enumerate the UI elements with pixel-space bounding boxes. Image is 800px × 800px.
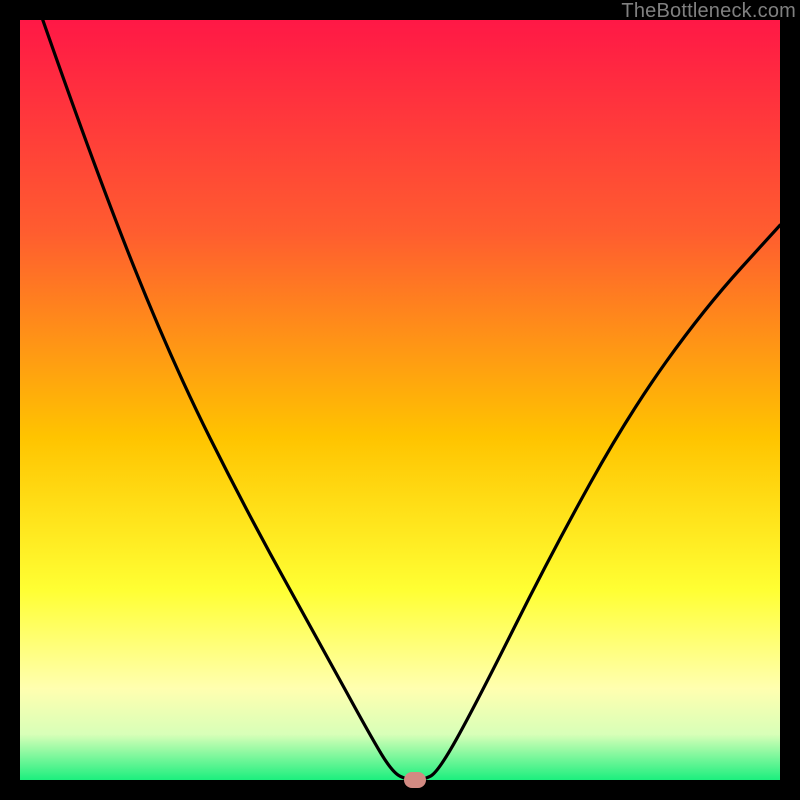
- attribution-text: TheBottleneck.com: [621, 0, 796, 23]
- bottleneck-curve: [20, 20, 780, 780]
- bottleneck-chart: TheBottleneck.com: [0, 0, 800, 800]
- plot-area: [20, 20, 780, 780]
- optimal-point-marker: [404, 772, 426, 788]
